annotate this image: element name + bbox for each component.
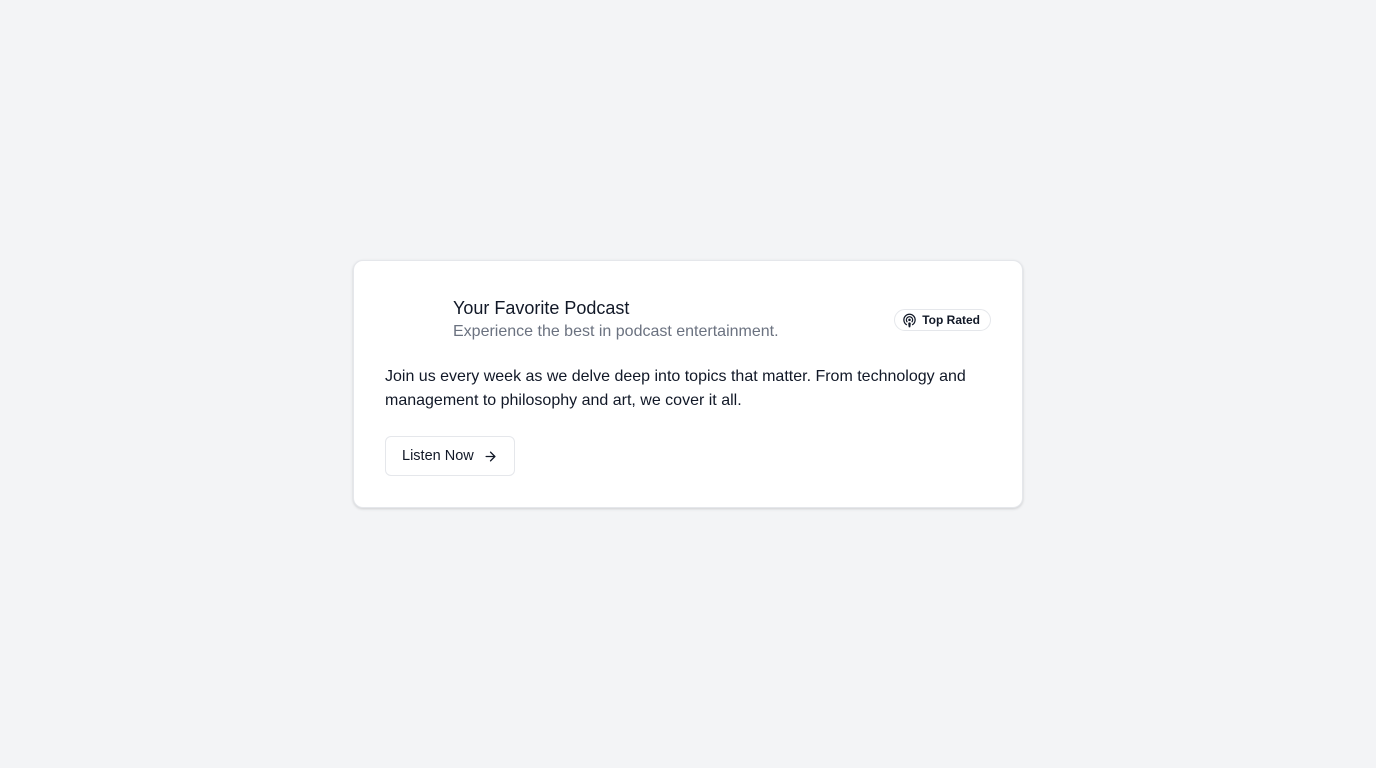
- arrow-right-icon: [483, 449, 498, 464]
- card-header: Your Favorite Podcast Experience the bes…: [385, 296, 991, 348]
- top-rated-badge: Top Rated: [894, 309, 991, 331]
- card-subtitle: Experience the best in podcast entertain…: [453, 323, 779, 340]
- listen-now-label: Listen Now: [402, 448, 474, 464]
- listen-now-button[interactable]: Listen Now: [385, 436, 515, 476]
- badge-label: Top Rated: [922, 313, 980, 327]
- podcast-card: Your Favorite Podcast Experience the bes…: [353, 260, 1023, 508]
- card-titles: Your Favorite Podcast Experience the bes…: [453, 296, 779, 344]
- podcast-avatar: [385, 296, 437, 348]
- podcast-icon: [902, 313, 917, 328]
- card-title: Your Favorite Podcast: [453, 298, 630, 318]
- card-description: Join us every week as we delve deep into…: [385, 368, 966, 409]
